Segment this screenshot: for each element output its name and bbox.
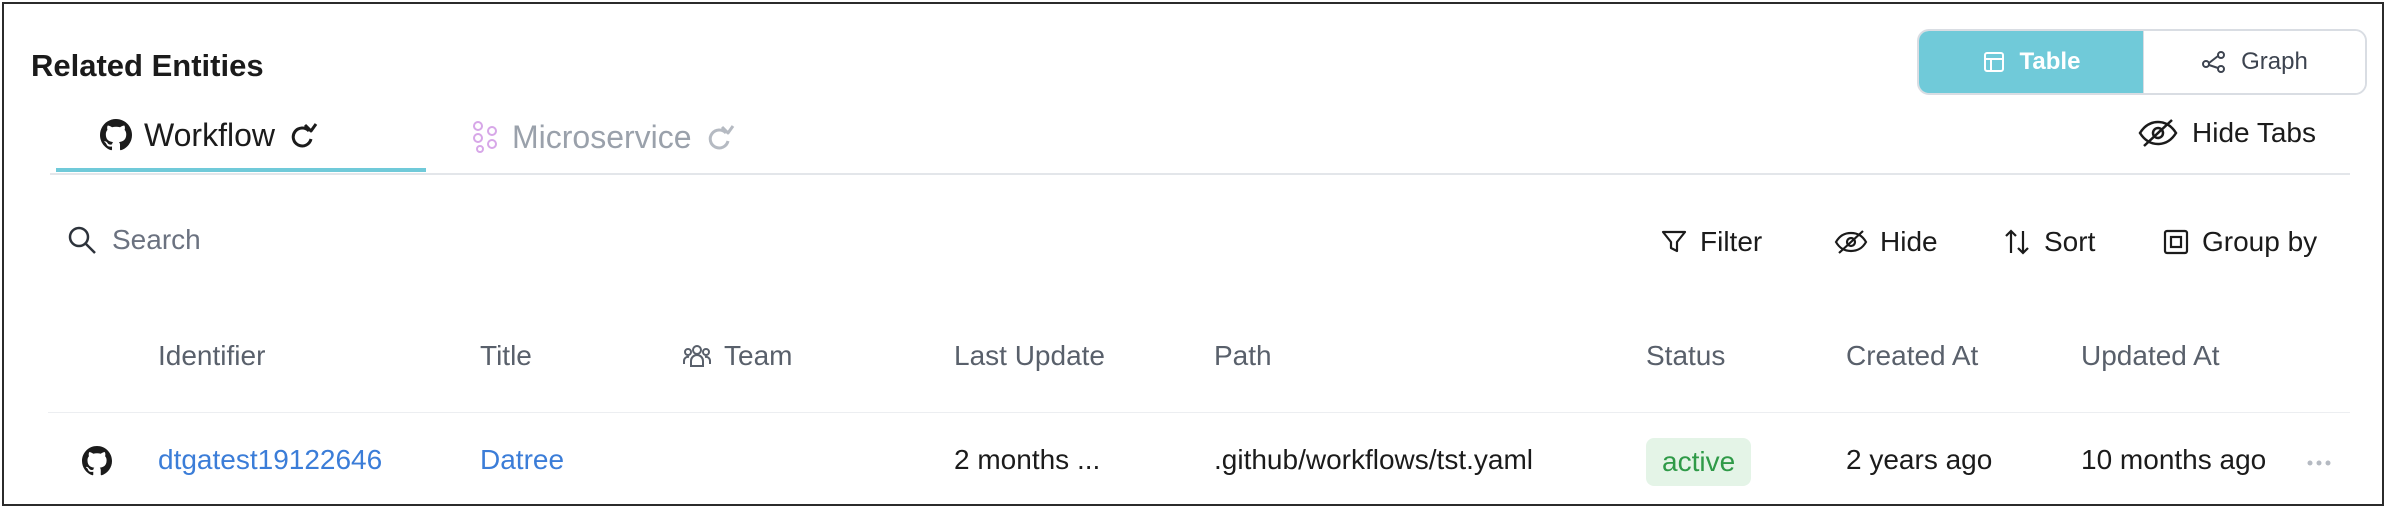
updated-at-cell: 10 months ago [2081,444,2267,475]
github-icon [100,119,132,151]
column-header-label: Updated At [2081,340,2220,371]
tab-workflow[interactable]: Workflow [56,102,426,172]
column-header-label: Last Update [954,340,1105,371]
hide-label: Hide [1880,226,1938,257]
graph-icon [2201,50,2227,74]
created-at-cell: 2 years ago [1846,444,1993,475]
column-header-label: Status [1646,340,1726,371]
microservice-icon [470,120,500,154]
hide-button[interactable]: Hide [1834,226,1938,258]
hide-tabs-label: Hide Tabs [2192,117,2317,148]
column-header-label: Path [1214,340,1272,371]
group-by-label: Group by [2202,226,2318,257]
column-header-label: Identifier [158,340,266,371]
table-view-label: Table [2019,48,2081,75]
path-cell: .github/workflows/tst.yaml [1214,444,1533,475]
column-header-identifier[interactable]: Identifier [158,340,265,372]
sort-button[interactable]: Sort [2002,226,2095,258]
table-header-divider [48,412,2350,413]
search-placeholder: Search [112,224,201,255]
column-header-label: Team [724,340,793,371]
last-update-cell: 2 months ... [954,444,1101,475]
column-header-last-update[interactable]: Last Update [954,340,1105,372]
filter-button[interactable]: Filter [1660,226,1762,258]
related-entities-panel: Related Entities Table Graph Workflow Mi… [2,2,2384,506]
eye-off-icon [1834,228,1868,256]
title-link[interactable]: Datree [480,444,564,476]
tab-divider [50,173,2350,175]
team-icon [682,342,712,370]
relation-arrow-icon [287,119,319,151]
column-header-status[interactable]: Status [1646,340,1725,372]
graph-view-label: Graph [2241,48,2308,75]
column-header-title[interactable]: Title [480,340,532,372]
search-icon [66,224,98,256]
group-icon [2162,228,2190,256]
status-badge: active [1646,438,1752,486]
eye-off-icon [2138,116,2178,150]
filter-icon [1660,228,1688,256]
column-header-path[interactable]: Path [1214,340,1272,372]
column-header-label: Created At [1846,340,1979,371]
search-field[interactable]: Search [66,224,201,256]
column-header-team[interactable]: Team [682,340,792,372]
relation-arrow-icon [704,121,736,153]
row-actions-menu-icon[interactable] [2306,450,2332,476]
filter-label: Filter [1700,226,1763,257]
column-header-created-at[interactable]: Created At [1846,340,1978,372]
view-toggle: Table Graph [1917,29,2367,95]
table-view-button[interactable]: Table [1919,31,2143,93]
tab-microservice-label: Microservice [512,118,692,155]
sort-label: Sort [2044,226,2096,257]
group-by-button[interactable]: Group by [2162,226,2317,258]
hide-tabs-button[interactable]: Hide Tabs [2138,116,2316,150]
column-header-updated-at[interactable]: Updated At [2081,340,2220,372]
tab-workflow-label: Workflow [144,116,275,153]
identifier-link[interactable]: dtgatest19122646 [158,444,382,476]
sort-icon [2002,227,2032,257]
github-icon [82,446,112,476]
table-icon [1982,50,2006,74]
column-header-label: Title [480,340,532,371]
graph-view-button[interactable]: Graph [2143,31,2365,93]
panel-title: Related Entities [31,48,264,83]
tab-microservice[interactable]: Microservice [470,102,736,172]
